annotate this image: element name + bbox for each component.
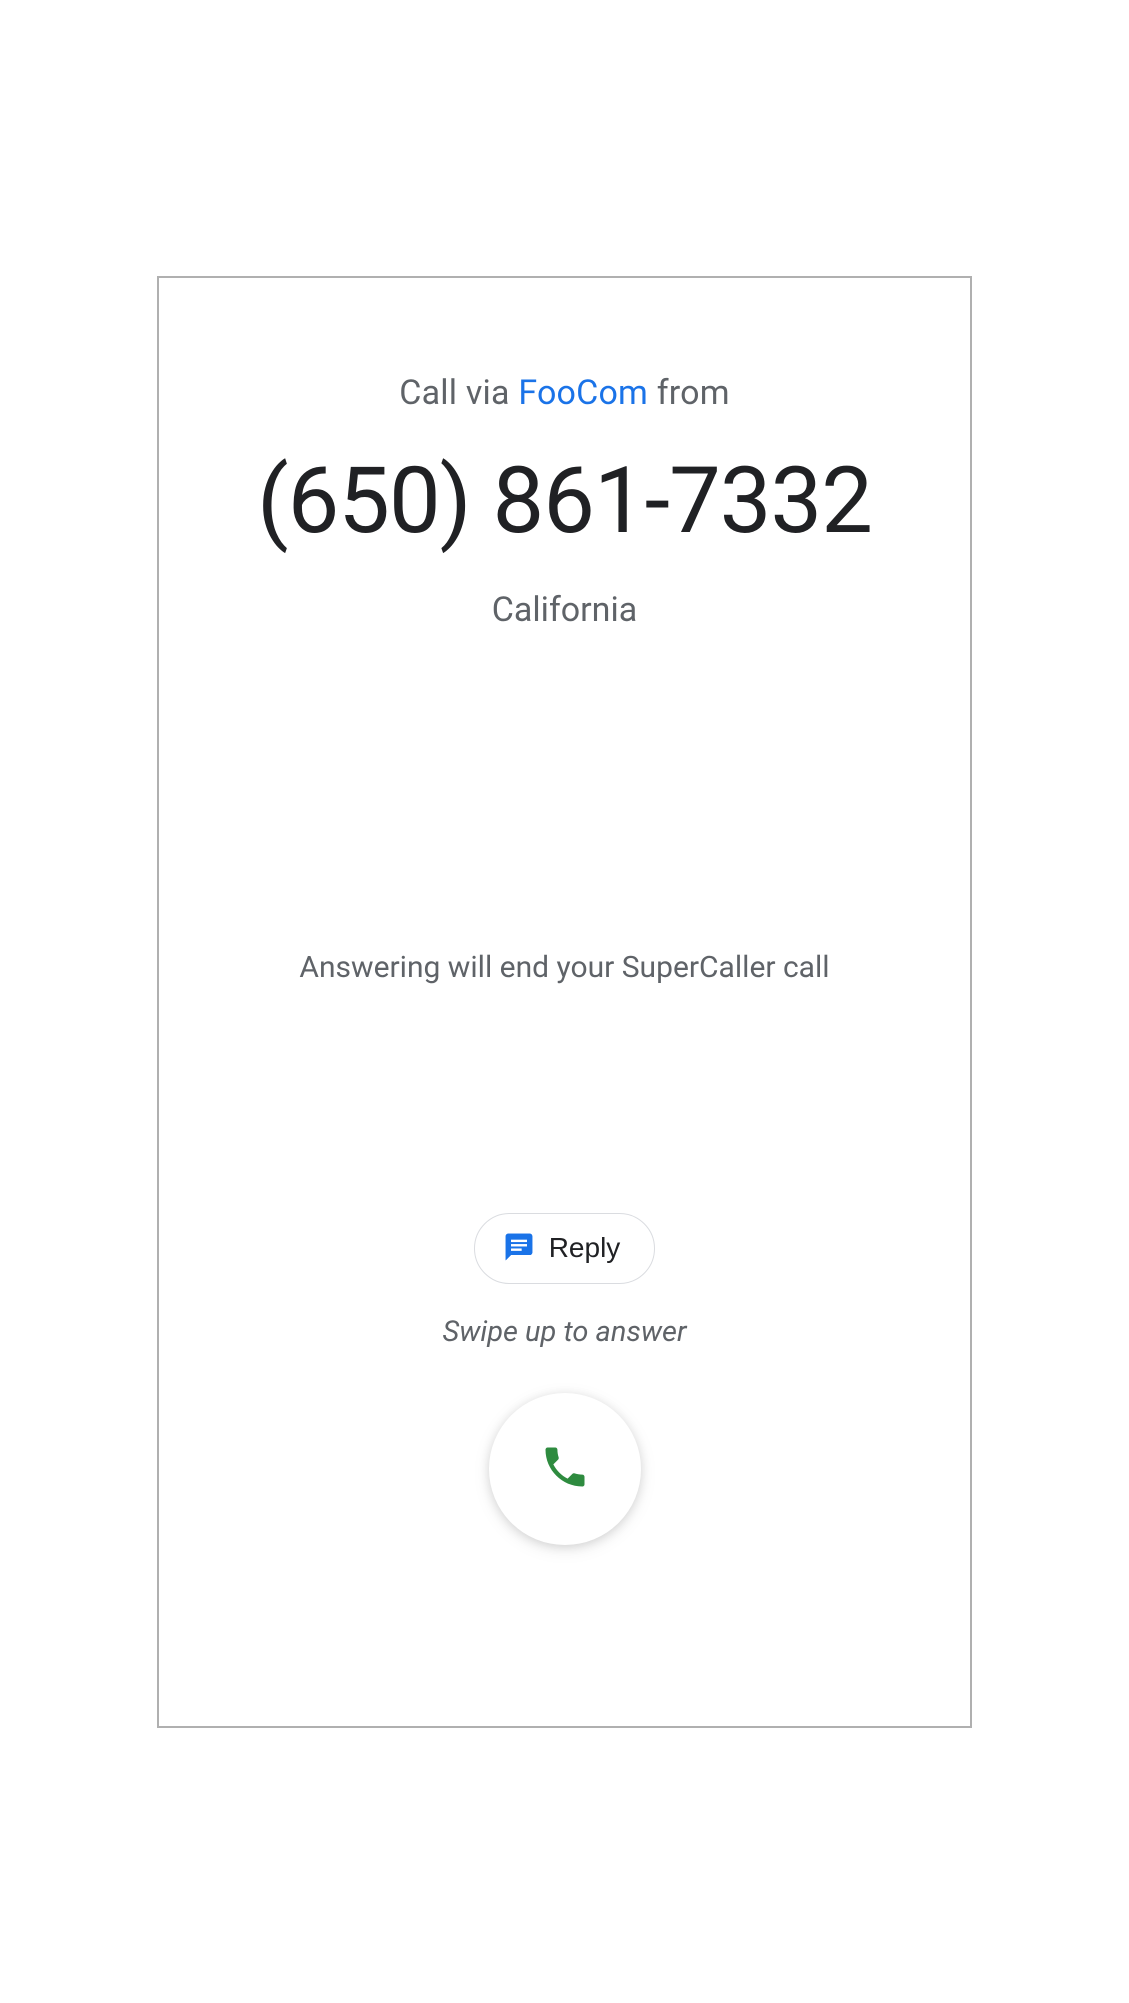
answer-call-button[interactable] <box>489 1393 641 1545</box>
reply-button-label: Reply <box>549 1232 621 1264</box>
call-via-text: Call via FooCom from <box>159 373 970 413</box>
provider-name: FooCom <box>518 373 648 413</box>
chat-icon <box>503 1231 535 1266</box>
call-via-suffix: from <box>648 373 730 413</box>
incoming-call-screen: Call via FooCom from (650) 861-7332 Cali… <box>157 276 972 1728</box>
call-via-prefix: Call via <box>399 373 518 413</box>
reply-button[interactable]: Reply <box>474 1213 656 1284</box>
call-header: Call via FooCom from (650) 861-7332 Cali… <box>159 373 970 630</box>
swipe-up-hint: Swipe up to answer <box>443 1315 687 1349</box>
caller-location: California <box>159 590 970 630</box>
phone-icon <box>539 1441 591 1497</box>
answer-warning-message: Answering will end your SuperCaller call <box>299 950 829 985</box>
caller-phone-number: (650) 861-7332 <box>159 448 970 555</box>
